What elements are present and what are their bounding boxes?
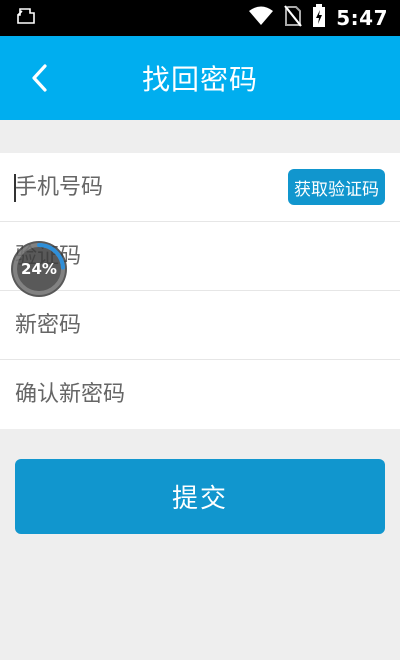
status-right: 5:47 xyxy=(248,4,388,32)
get-code-button[interactable]: 获取验证码 xyxy=(288,169,385,205)
wifi-icon xyxy=(248,6,274,30)
confirm-password-input[interactable] xyxy=(15,374,275,415)
status-left xyxy=(16,7,36,29)
text-cursor xyxy=(14,174,16,202)
page-title: 找回密码 xyxy=(141,63,258,96)
app-bar: 找回密码 xyxy=(0,36,400,120)
chevron-left-icon xyxy=(32,64,47,92)
battery-charging-icon xyxy=(312,4,326,32)
progress-overlay[interactable]: 24% xyxy=(11,241,67,297)
status-bar: 5:47 xyxy=(0,0,400,36)
new-password-input[interactable] xyxy=(15,305,275,345)
status-time: 5:47 xyxy=(336,6,388,30)
submit-button[interactable]: 提交 xyxy=(15,459,385,534)
confirm-password-row xyxy=(0,360,400,429)
progress-label: 24% xyxy=(21,260,57,278)
phone-input[interactable] xyxy=(15,167,275,207)
no-sim-icon xyxy=(284,5,303,31)
phone-row: 获取验证码 xyxy=(0,153,400,222)
back-button[interactable] xyxy=(22,60,58,96)
new-password-row xyxy=(0,291,400,360)
notification-icon xyxy=(16,7,36,29)
